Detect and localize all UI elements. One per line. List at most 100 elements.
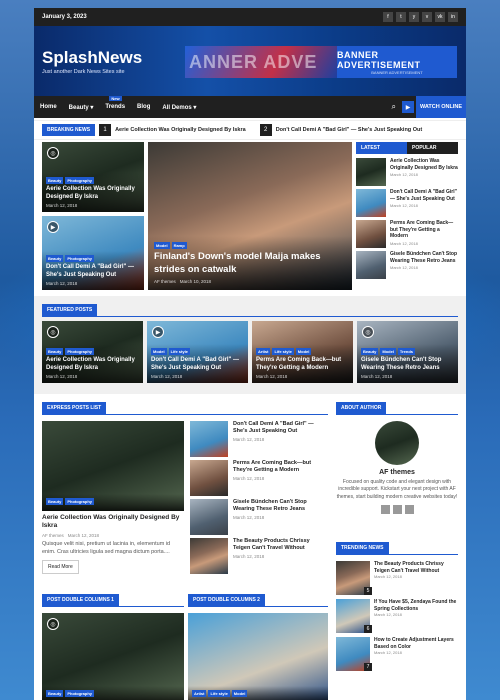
tag[interactable]: Life style <box>272 348 294 356</box>
social-icons: f t y v vk in <box>383 12 458 22</box>
twitter-icon[interactable]: t <box>396 12 406 22</box>
post-title[interactable]: Don't Call Demi A "Bad Girl" — She's Jus… <box>151 357 244 373</box>
linkedin-icon[interactable]: in <box>448 12 458 22</box>
nav-blog[interactable]: Blog <box>137 104 150 110</box>
post-title[interactable]: Don't Call Demi A "Bad Girl" — She's Jus… <box>233 421 328 435</box>
post-title[interactable]: If You Have $5, Zendaya Found the Spring… <box>374 599 458 612</box>
tag[interactable]: Beauty <box>46 255 64 263</box>
rank-number: 7 <box>364 663 372 671</box>
nav-trends[interactable]: New Trends <box>105 96 125 110</box>
post-title[interactable]: Aerie Collection Was Originally Designed… <box>46 186 140 202</box>
featured-post[interactable]: ◎ Beauty Model Trends Gisele Bündchen Can't … <box>357 321 458 383</box>
post-title[interactable]: Gisele Bündchen Can't Stop Wearing These… <box>361 357 454 373</box>
post-title[interactable]: Perms Are Coming Back—but They're Gettin… <box>390 220 458 240</box>
post-title[interactable]: Aerie Collection Was Originally Designed… <box>390 158 458 171</box>
tag[interactable]: Artist <box>256 348 271 356</box>
list-item[interactable]: 7 How to Create Adjustment Layers Based o… <box>336 637 458 671</box>
list-item[interactable]: Gisele Bündchen Can't Stop Wearing These… <box>190 499 328 535</box>
breaking-news-ticker: BREAKING NEWS 1 Aerie Collection Was Ori… <box>34 120 466 140</box>
post-title[interactable]: Finland's Down's model Maija makes strid… <box>154 251 346 276</box>
section-title: EXPRESS POSTS LIST <box>42 402 107 414</box>
ticker-item[interactable]: Don't Call Demi A "Bad Girl" — She's Jus… <box>276 127 422 133</box>
tag[interactable]: Ramp <box>171 242 187 250</box>
tag[interactable]: Trends <box>397 348 416 356</box>
site-logo[interactable]: SplashNews <box>42 48 142 68</box>
post-title[interactable]: Aerie Collection Was Originally Designed… <box>46 357 139 373</box>
post-date: March 12, 2018 <box>67 532 100 538</box>
post-date: March 12, 2018 <box>374 612 402 617</box>
post-title[interactable]: Perms Are Coming Back—but They're Gettin… <box>256 357 349 373</box>
tag[interactable]: Artist <box>192 690 207 697</box>
nav-home[interactable]: Home <box>40 104 57 110</box>
vk-icon[interactable]: vk <box>435 12 445 22</box>
tag[interactable]: Photography <box>65 690 95 697</box>
vimeo-icon[interactable]: v <box>422 12 432 22</box>
list-item[interactable]: Perms Are Coming Back—but They're Gettin… <box>190 460 328 496</box>
list-item[interactable]: Don't Call Demi A "Bad Girl" — She's Jus… <box>190 421 328 457</box>
tab-popular[interactable]: POPULAR <box>407 142 458 154</box>
double-column-post[interactable]: ◎ Beauty Photography <box>42 613 184 700</box>
play-icon[interactable]: ▶ <box>402 101 414 113</box>
instagram-icon[interactable] <box>392 504 402 514</box>
tag[interactable]: Photography <box>65 498 95 505</box>
nav-beauty[interactable]: Beauty ▾ <box>69 104 94 111</box>
twitter-icon[interactable] <box>404 504 414 514</box>
banner-ad[interactable]: ANNER ADVE BANNER ADVERTISEMENT BANNER A… <box>185 46 457 78</box>
tag[interactable]: Photography <box>65 255 95 263</box>
list-item[interactable]: 6 If You Have $5, Zendaya Found the Sprin… <box>336 599 458 633</box>
double-column-post[interactable]: Artist Life style Model <box>188 613 328 700</box>
post-title[interactable]: Gisele Bündchen Can't Stop Wearing These… <box>390 251 458 264</box>
tag[interactable]: Model <box>154 242 170 250</box>
hero-left-post-2[interactable]: ▶ Beauty Photography Don't Call Demi A "B… <box>42 216 144 290</box>
post-title[interactable]: Gisele Bündchen Can't Stop Wearing These… <box>233 499 328 513</box>
ticker-item[interactable]: Aerie Collection Was Originally Designed… <box>115 127 246 133</box>
post-title[interactable]: The Beauty Products Chrissy Teigen Can't… <box>233 538 328 552</box>
tag[interactable]: Model <box>231 690 248 697</box>
watch-online-button[interactable]: WATCH ONLINE <box>416 96 466 118</box>
tag[interactable]: Beauty <box>46 690 64 697</box>
tag[interactable]: Model <box>151 348 167 356</box>
post-date: March 12, 2018 <box>361 374 393 379</box>
tag[interactable]: Beauty <box>361 348 379 356</box>
hero-main-post[interactable]: Model Ramp Finland's Down's model Maija m… <box>148 142 352 290</box>
post-title[interactable]: How to Create Adjustment Layers Based on… <box>374 637 458 650</box>
tag[interactable]: Model <box>295 348 312 356</box>
list-item[interactable]: Gisele Bündchen Can't Stop Wearing These… <box>356 251 458 279</box>
post-title[interactable]: Don't Call Demi A "Bad Girl" — She's Jus… <box>390 189 458 202</box>
tag[interactable]: Life style <box>208 690 230 697</box>
tab-latest[interactable]: LATEST <box>356 142 407 154</box>
tag[interactable]: Model <box>380 348 396 356</box>
featured-post[interactable]: ▶ Model Life style Don't Call Demi A "Bad G… <box>147 321 248 383</box>
youtube-icon[interactable]: y <box>409 12 419 22</box>
post-title[interactable]: Aerie Collection Was Originally Designed… <box>42 514 184 531</box>
list-item[interactable]: The Beauty Products Chrissy Teigen Can't… <box>190 538 328 574</box>
facebook-icon[interactable] <box>380 504 390 514</box>
tag[interactable]: Photography <box>65 348 95 356</box>
hero-left-post-1[interactable]: ◎ Beauty Photography Aerie Collection Was… <box>42 142 144 212</box>
featured-post[interactable]: ◎ Beauty Photography Aerie Collection Was O… <box>42 321 143 383</box>
post-date: March 12, 2018 <box>256 374 288 379</box>
list-item[interactable]: Aerie Collection Was Originally Designed… <box>356 158 458 186</box>
express-main-image[interactable]: Beauty Photography <box>42 421 184 511</box>
facebook-icon[interactable]: f <box>383 12 393 22</box>
tag[interactable]: Beauty <box>46 177 64 185</box>
list-item[interactable]: Don't Call Demi A "Bad Girl" — She's Jus… <box>356 189 458 217</box>
featured-post[interactable]: Artist Life style Model Perms Are Coming Ba… <box>252 321 353 383</box>
post-date: March 12, 2018 <box>390 172 418 177</box>
post-title[interactable]: Don't Call Demi A "Bad Girl" — She's Jus… <box>46 264 140 280</box>
author-name[interactable]: AF themes <box>42 533 64 538</box>
new-badge: New <box>109 96 122 101</box>
author-name[interactable]: AF themes <box>154 279 176 284</box>
post-title[interactable]: The Beauty Products Chrissy Teigen Can't… <box>374 561 458 574</box>
tag[interactable]: Beauty <box>46 348 64 356</box>
site-tagline: Just another Dark News Sites site <box>42 68 125 75</box>
tag[interactable]: Life style <box>168 348 190 356</box>
search-icon[interactable]: ⌕ <box>392 102 396 112</box>
read-more-button[interactable]: Read More <box>42 560 79 575</box>
list-item[interactable]: Perms Are Coming Back—but They're Gettin… <box>356 220 458 248</box>
post-title[interactable]: Perms Are Coming Back—but They're Gettin… <box>233 460 328 474</box>
tag[interactable]: Beauty <box>46 498 64 505</box>
tag[interactable]: Photography <box>65 177 95 185</box>
nav-all-demos[interactable]: All Demos ▾ <box>162 104 196 111</box>
list-item[interactable]: 5 The Beauty Products Chrissy Teigen Can'… <box>336 561 458 595</box>
